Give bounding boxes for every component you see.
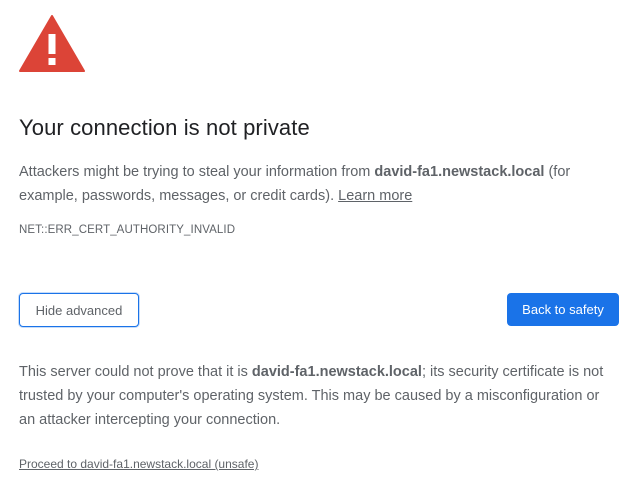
hide-advanced-button[interactable]: Hide advanced xyxy=(19,293,139,327)
interstitial-page: Your connection is not private Attackers… xyxy=(0,0,636,490)
warning-triangle-icon xyxy=(19,15,85,72)
back-to-safety-button[interactable]: Back to safety xyxy=(507,293,619,326)
proceed-unsafe-link[interactable]: Proceed to david-fa1.newstack.local (uns… xyxy=(19,457,258,471)
description-prefix: Attackers might be trying to steal your … xyxy=(19,164,375,180)
advanced-details: This server could not prove that it is d… xyxy=(19,360,619,432)
page-title: Your connection is not private xyxy=(19,115,310,140)
description-host: david-fa1.newstack.local xyxy=(374,164,545,180)
warning-description: Attackers might be trying to steal your … xyxy=(19,160,619,208)
learn-more-link[interactable]: Learn more xyxy=(338,188,412,204)
error-code: NET::ERR_CERT_AUTHORITY_INVALID xyxy=(19,224,236,236)
details-prefix: This server could not prove that it is xyxy=(19,364,252,380)
details-host: david-fa1.newstack.local xyxy=(251,364,422,380)
